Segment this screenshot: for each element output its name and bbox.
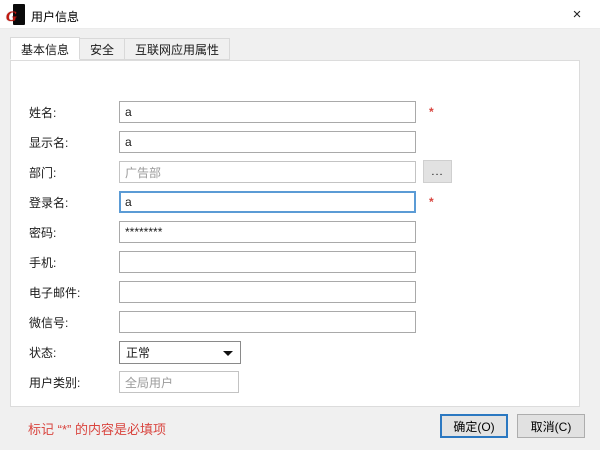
user-category-field [119,371,239,393]
department-browse-button[interactable]: ... [423,160,452,183]
form-row-status: 状态: 正常 [29,341,241,363]
form-row-wechat: 微信号: [29,311,416,333]
basic-info-panel: 姓名: * 显示名: 部门: ... 登录名: * 密码: 手机: 电子邮件: … [10,60,580,407]
required-fields-note: 标记 “*” 的内容是必填项 [28,419,166,438]
department-label: 部门: [29,164,119,181]
name-label: 姓名: [29,104,119,121]
form-row-department: 部门: [29,161,416,183]
form-row-name: 姓名: [29,101,416,123]
name-required-asterisk: * [429,105,434,119]
mobile-label: 手机: [29,254,119,271]
close-icon[interactable]: × [564,3,590,25]
title-bar: G 用户信息 × [0,0,600,29]
form-row-display-name: 显示名: [29,131,416,153]
department-field[interactable] [119,161,416,183]
password-label: 密码: [29,224,119,241]
form-row-user-category: 用户类别: [29,371,239,393]
tab-strip: 基本信息 安全 互联网应用属性 [10,38,230,60]
login-name-label: 登录名: [29,194,119,211]
password-field[interactable] [119,221,416,243]
login-name-field[interactable] [119,191,416,213]
display-name-label: 显示名: [29,134,119,151]
status-label: 状态: [29,344,119,361]
tab-basic-info[interactable]: 基本信息 [10,37,80,60]
form-row-password: 密码: [29,221,416,243]
window-title: 用户信息 [31,8,79,25]
mobile-field[interactable] [119,251,416,273]
user-info-dialog: { "window": { "title": "用户信息", "close_la… [0,0,600,450]
tab-internet-app-properties[interactable]: 互联网应用属性 [125,38,230,60]
email-label: 电子邮件: [29,284,119,301]
status-dropdown-value: 正常 [126,344,150,361]
status-dropdown[interactable]: 正常 [119,341,241,364]
name-field[interactable] [119,101,416,123]
form-row-mobile: 手机: [29,251,416,273]
user-category-label: 用户类别: [29,374,119,391]
email-field[interactable] [119,281,416,303]
tab-security[interactable]: 安全 [80,38,125,60]
wechat-field[interactable] [119,311,416,333]
form-row-email: 电子邮件: [29,281,416,303]
app-logo-icon: G [6,4,26,25]
login-name-required-asterisk: * [429,195,434,209]
display-name-field[interactable] [119,131,416,153]
ok-button[interactable]: 确定(O) [440,414,508,438]
chevron-down-icon [223,351,233,356]
form-row-login-name: 登录名: [29,191,416,213]
cancel-button[interactable]: 取消(C) [517,414,585,438]
wechat-label: 微信号: [29,314,119,331]
